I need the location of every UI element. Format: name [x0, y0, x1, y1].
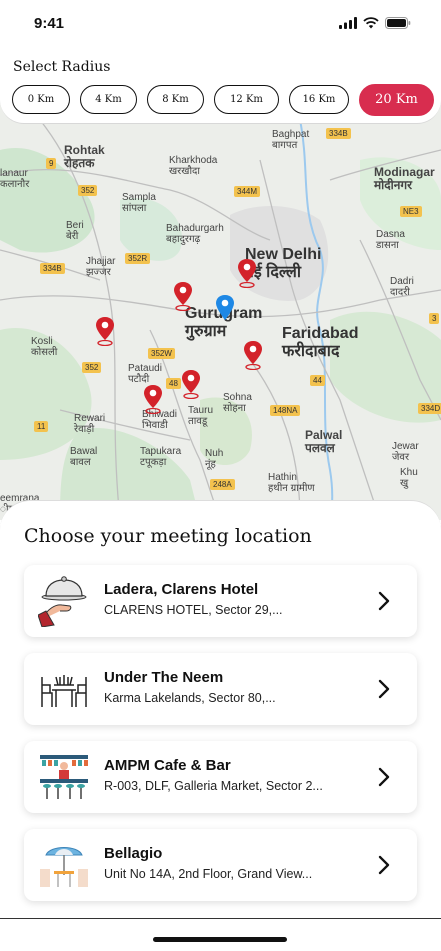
cloche-serving-icon	[38, 576, 87, 627]
radius-options: 0 Km 4 Km 8 Km 12 Km 16 Km 20 Km	[12, 83, 434, 116]
location-card[interactable]: Under The Neem Karma Lakelands, Sector 8…	[24, 653, 417, 725]
location-address: R-003, DLF, Galleria Market, Sector 2...	[104, 779, 323, 793]
map-label-bahadurgarh: Bahadurgarh बहादुरगढ़	[166, 223, 224, 245]
chevron-right-icon	[378, 767, 390, 787]
road-badge: NE3	[400, 206, 422, 217]
map-label-faridabad: Faridabad फरीदाबाद	[282, 325, 359, 360]
location-pin-icon[interactable]	[242, 340, 264, 370]
location-address: Unit No 14A, 2nd Floor, Grand View...	[104, 867, 313, 881]
road-badge: 352R	[125, 253, 151, 264]
status-time: 9:41	[34, 15, 65, 32]
road-badge: 248A	[210, 479, 235, 490]
road-badge: 352	[82, 362, 102, 373]
status-icons	[339, 17, 411, 29]
map-label-jewar: Jewar जेवर	[392, 441, 419, 463]
road-badge: 44	[310, 375, 325, 386]
map-label-rohtak: Rohtak रोहतक	[64, 143, 105, 170]
map-label-palwal: Palwal पलवल	[305, 428, 343, 455]
location-card[interactable]: Bellagio Unit No 14A, 2nd Floor, Grand V…	[24, 829, 417, 901]
road-badge: 48	[166, 378, 181, 389]
map-label-baghpat: Baghpat बागपत	[272, 129, 310, 151]
map-label-khurja: Khu खु	[400, 467, 418, 489]
radius-option-8km[interactable]: 8 Km	[147, 85, 204, 114]
status-bar: 9:41	[0, 0, 441, 48]
location-card[interactable]: Ladera, Clarens Hotel CLARENS HOTEL, Sec…	[24, 565, 417, 637]
map-label-dasna: Dasna डासना	[376, 229, 405, 251]
map-label-beri: Beri बेरी	[66, 220, 84, 242]
radius-option-16km[interactable]: 16 Km	[289, 85, 349, 114]
map-label-bawal: Bawal बावल	[70, 446, 98, 468]
radius-option-0km[interactable]: 0 Km	[12, 85, 70, 114]
battery-icon	[385, 17, 411, 29]
map-label-tauru: Tauru तावडू	[188, 405, 214, 427]
map-label-dadri: Dadri दादरी	[390, 276, 414, 298]
chevron-right-icon	[378, 855, 390, 875]
location-list: Ladera, Clarens Hotel CLARENS HOTEL, Sec…	[24, 565, 417, 917]
road-badge: 9	[46, 158, 57, 169]
road-badge: 334D	[418, 403, 441, 414]
radius-option-20km[interactable]: 20 Km	[359, 83, 434, 116]
road-badge: 334B	[40, 263, 65, 274]
sheet-title: Choose your meeting location	[24, 525, 312, 547]
location-card[interactable]: AMPM Cafe & Bar R-003, DLF, Galleria Mar…	[24, 741, 417, 813]
umbrella-table-icon	[40, 847, 88, 887]
radius-selector-panel: Select Radius 0 Km 4 Km 8 Km 12 Km 16 Km…	[0, 48, 441, 124]
map-label-kosli: Kosli कोसली	[31, 336, 58, 358]
map-label-tapukara: Tapukara टपूकड़ा	[140, 446, 182, 468]
chevron-right-icon	[378, 591, 390, 611]
road-badge: 352W	[148, 348, 175, 359]
map-label-rewari: Rewari रेवाड़ी	[74, 413, 106, 435]
road-badge: 334B	[326, 128, 351, 139]
map-label-kalanaur: lanaur कलानौर	[0, 168, 30, 190]
map-label-modinagar: Modinagar मोदीनगर	[374, 165, 435, 192]
road-badge: 344M	[234, 186, 261, 197]
map-label-sampla: Sampla सांपला	[122, 192, 156, 214]
map-label-jhajjar: Jhajjar झज्जर	[86, 256, 116, 278]
map-label-nuh: Nuh नूंह	[205, 448, 224, 470]
road-badge: 352	[78, 185, 98, 196]
road-badge: 3	[429, 313, 440, 324]
road-badge: 11	[34, 421, 49, 432]
radius-option-12km[interactable]: 12 Km	[214, 85, 279, 114]
bar-counter-icon	[40, 755, 88, 799]
location-pin-icon[interactable]	[172, 281, 194, 311]
location-bottom-sheet: Choose your meeting location Ladera, Cla…	[0, 500, 441, 951]
wifi-icon	[363, 17, 379, 29]
location-pin-icon[interactable]	[94, 316, 116, 346]
location-name: Bellagio	[104, 845, 163, 862]
road-badge: 148NA	[270, 405, 301, 416]
map-label-kharkhoda: Kharkhoda खरखौदा	[169, 155, 218, 177]
location-name: Ladera, Clarens Hotel	[104, 581, 259, 598]
map-label-pataudi: Pataudi पटौदी	[128, 363, 162, 385]
bottom-divider	[0, 918, 441, 919]
map-label-sohna: Sohna सोहना	[223, 392, 252, 414]
current-location-pin-icon	[216, 295, 234, 320]
radius-option-4km[interactable]: 4 Km	[80, 85, 137, 114]
location-pin-icon[interactable]	[142, 384, 164, 414]
map-label-hathin: Hathin हथीन ग्रामीण	[268, 472, 315, 494]
location-name: Under The Neem	[104, 669, 224, 686]
home-indicator[interactable]	[153, 937, 287, 942]
chevron-right-icon	[378, 679, 390, 699]
location-name: AMPM Cafe & Bar	[104, 757, 231, 774]
radius-title: Select Radius	[13, 59, 111, 75]
location-pin-icon[interactable]	[236, 258, 258, 288]
location-address: CLARENS HOTEL, Sector 29,...	[104, 603, 283, 617]
cellular-signal-icon	[339, 17, 357, 29]
location-address: Karma Lakelands, Sector 80,...	[104, 691, 276, 705]
dining-table-icon	[41, 675, 87, 707]
location-pin-icon[interactable]	[180, 369, 202, 399]
